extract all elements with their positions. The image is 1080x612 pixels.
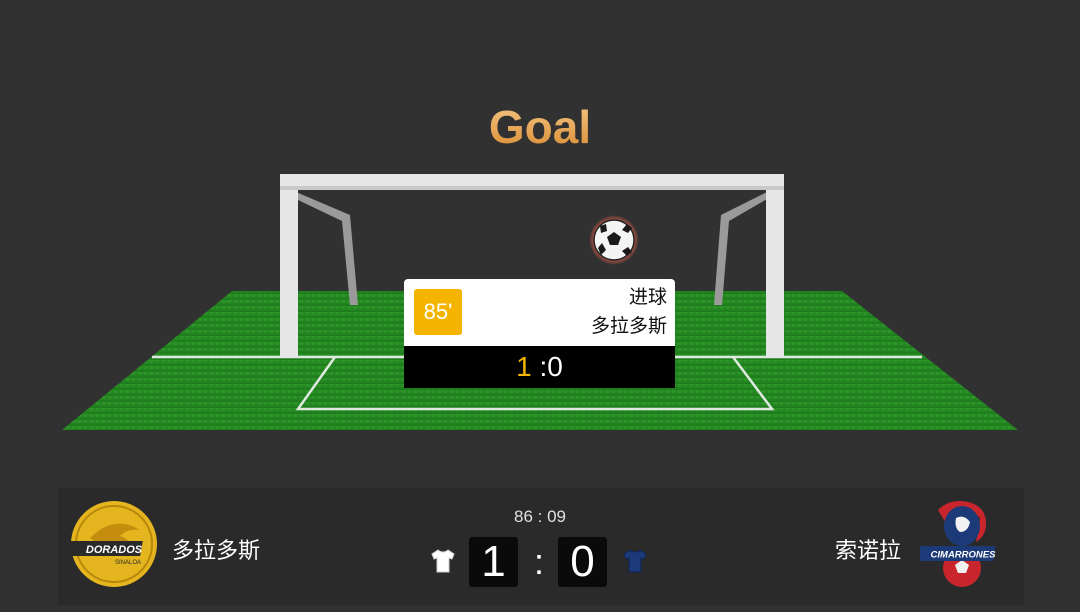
event-score: 1 :0 [404, 346, 675, 388]
away-score: 0 [558, 537, 607, 587]
home-jersey-icon [431, 549, 455, 573]
match-clock: 86 : 09 [514, 507, 566, 526]
svg-text:SINALOA: SINALOA [115, 560, 141, 566]
away-team-logo[interactable]: CIMARRONES [920, 498, 1004, 588]
score-separator: : [533, 541, 544, 582]
pitch-scene [62, 174, 1018, 430]
event-text: 进球 多拉多斯 [591, 283, 667, 341]
away-logo-text: CIMARRONES [931, 550, 997, 561]
home-logo-text: DORADOS [86, 544, 143, 556]
match-animation-stage: Goal 85' 进球 多拉多斯 1:0 [0, 0, 1080, 480]
event-minute-badge: 85' [414, 289, 462, 335]
soccer-ball-icon [589, 215, 639, 265]
goal-left-post [280, 174, 298, 358]
away-team-name: 索诺拉 [835, 539, 902, 564]
home-score: 1 [469, 537, 518, 587]
event-score-home: 1 [516, 351, 532, 382]
goal-right-support [714, 192, 767, 305]
event-score-separator: : [531, 351, 548, 382]
event-score-away: 0 [547, 351, 563, 382]
event-type: 进球 [628, 286, 667, 308]
event-team: 多拉多斯 [590, 315, 667, 337]
away-jersey-icon [623, 549, 647, 573]
home-team-name: 多拉多斯 [172, 539, 261, 564]
goal-event-card: 85' 进球 多拉多斯 [404, 279, 675, 346]
goal-left-support [296, 192, 358, 305]
goal-right-post [766, 174, 784, 358]
